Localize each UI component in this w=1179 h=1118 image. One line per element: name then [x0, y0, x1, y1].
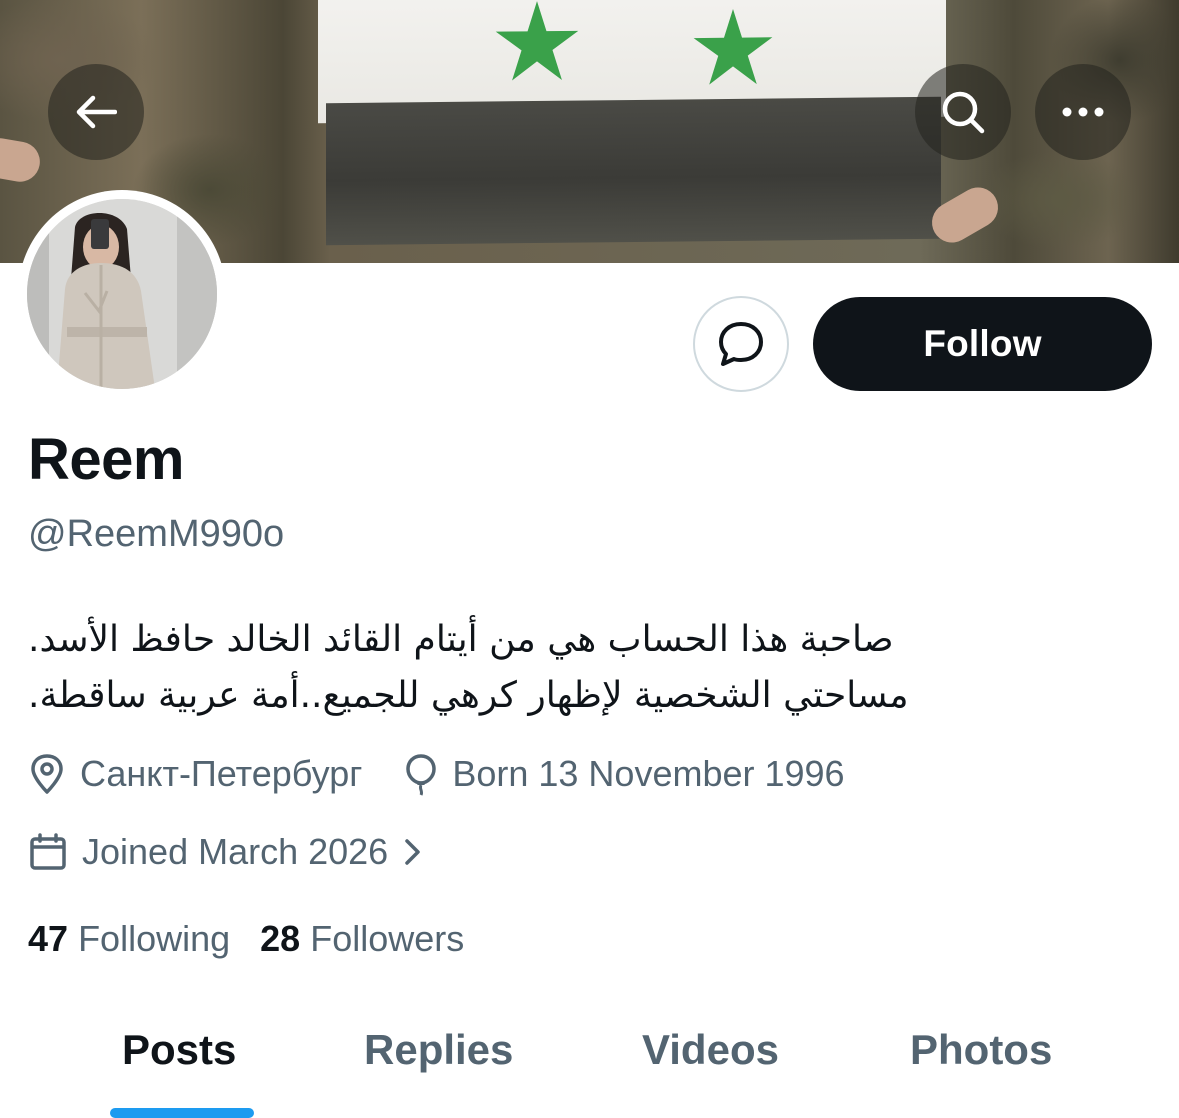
ellipsis-icon: [1062, 107, 1104, 117]
birthday-text: Born 13 November 1996: [452, 753, 845, 794]
bio-line: مساحتي الشخصية لإظهار كرهي للجميع..أمة ع…: [28, 675, 909, 716]
display-name: Reem: [28, 427, 184, 492]
message-button[interactable]: [693, 296, 789, 392]
message-bubble-icon: [719, 322, 763, 366]
balloon-icon: [406, 754, 437, 796]
location-text: Санкт-Петербург: [80, 753, 363, 794]
profile-page: Follow Reem @ReemM990o صاحبة هذا الحساب …: [0, 0, 1179, 1118]
avatar[interactable]: [18, 190, 226, 398]
flag-star-icon: [693, 8, 773, 85]
birthday-item: Born 13 November 1996: [404, 752, 845, 796]
following-label: Following: [78, 918, 231, 959]
follow-button[interactable]: Follow: [813, 297, 1152, 391]
followers-label: Followers: [310, 918, 465, 959]
arrow-left-icon: [76, 95, 117, 129]
calendar-icon: [30, 833, 66, 870]
location-pin-icon: [31, 754, 63, 794]
follow-counts: 47 Following 28 Followers: [28, 918, 494, 960]
joined-item[interactable]: Joined March 2026: [28, 831, 424, 873]
following-link[interactable]: 47 Following: [28, 918, 230, 960]
flag-star-icon: [495, 1, 579, 81]
following-count: 47: [28, 918, 69, 959]
tab-photos[interactable]: Photos: [910, 1026, 1052, 1074]
user-handle: @ReemM990o: [28, 513, 285, 555]
more-options-button[interactable]: [1035, 64, 1131, 160]
profile-meta-row: Санкт-Петербург Born 13 November 1996: [28, 752, 887, 796]
avatar-photo: [27, 199, 217, 389]
followers-count: 28: [260, 918, 301, 959]
banner-flag-image: [318, 0, 946, 255]
avatar-figure: [27, 199, 217, 389]
search-icon: [942, 91, 985, 134]
chevron-right-icon: [405, 839, 420, 865]
search-button[interactable]: [915, 64, 1011, 160]
active-tab-indicator: [110, 1108, 254, 1118]
followers-link[interactable]: 28 Followers: [260, 918, 464, 960]
back-button[interactable]: [48, 64, 144, 160]
banner-hand: [0, 135, 44, 185]
tab-videos[interactable]: Videos: [642, 1026, 779, 1074]
tab-replies[interactable]: Replies: [364, 1026, 513, 1074]
bio-line: صاحبة هذا الحساب هي من أيتام القائد الخا…: [28, 619, 894, 660]
location-item: Санкт-Петербург: [28, 753, 362, 795]
joined-text: Joined March 2026: [82, 831, 389, 872]
joined-row[interactable]: Joined March 2026: [28, 831, 424, 873]
tab-posts[interactable]: Posts: [122, 1026, 236, 1074]
profile-bio: صاحبة هذا الحساب هي من أيتام القائد الخا…: [28, 612, 1038, 724]
